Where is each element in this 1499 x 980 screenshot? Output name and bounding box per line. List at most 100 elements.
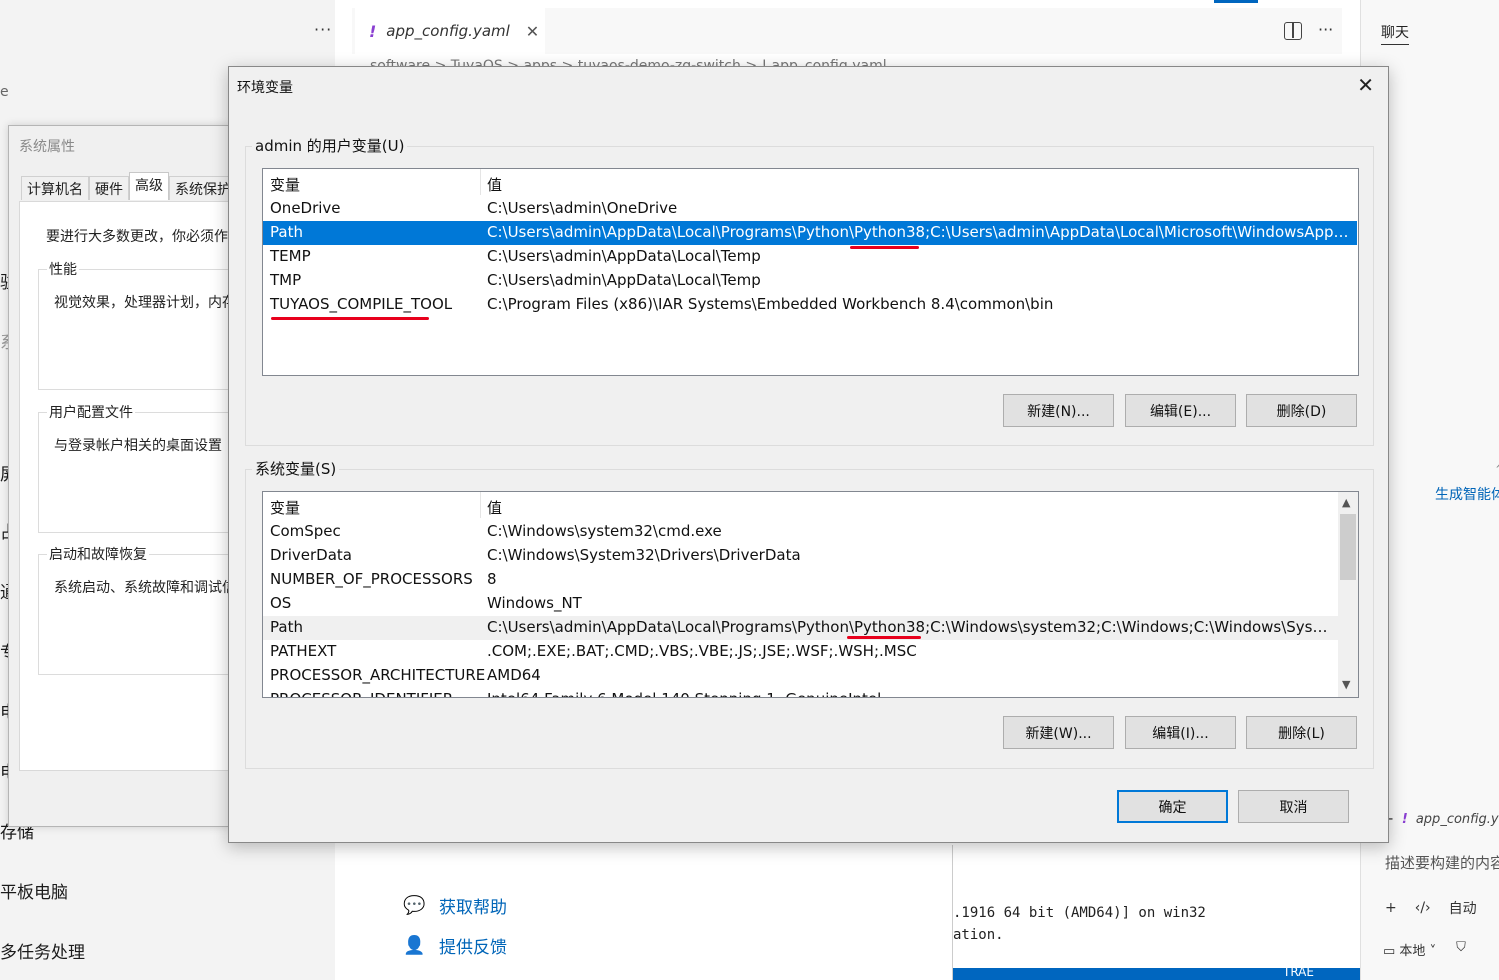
- user-new-button[interactable]: 新建(N)...: [1003, 394, 1114, 427]
- table-row[interactable]: PATHEXT .COM;.EXE;.BAT;.CMD;.VBS;.VBE;.JS…: [263, 640, 1357, 664]
- table-row[interactable]: TUYAOS_COMPILE_TOOL C:\Program Files (x86…: [263, 293, 1357, 317]
- group-desc: 系统启动、系统故障和调试信息: [54, 580, 250, 596]
- variable-value: C:\Users\admin\AppData\Local\Temp: [487, 271, 761, 289]
- variable-value: C:\Users\admin\OneDrive: [487, 199, 678, 217]
- system-properties-window: 系统属性 计算机名 硬件 高级 系统保护 要进行大多数更改，你必须作为管理员登录…: [8, 125, 362, 827]
- user-edit-button[interactable]: 编辑(E)...: [1125, 394, 1236, 427]
- group-label: 用户配置文件: [47, 402, 135, 422]
- user-variables-list[interactable]: 变量 值 OneDrive C:\Users\admin\OneDrive Path…: [262, 168, 1359, 376]
- feedback-label: 提供反馈: [439, 938, 507, 958]
- system-new-button[interactable]: 新建(W)...: [1003, 716, 1114, 749]
- top-accent-bar: [1214, 0, 1258, 3]
- variable-value: C:\Users\admin\AppData\Local\Temp: [487, 247, 761, 265]
- table-row[interactable]: TEMP C:\Users\admin\AppData\Local\Temp: [263, 245, 1357, 269]
- user-variables-group: admin 的用户变量(U) 变量 值 OneDrive C:\Users\adm…: [245, 135, 1374, 446]
- generate-agent-link[interactable]: 生成智能体: [1435, 484, 1499, 504]
- table-row[interactable]: NUMBER_OF_PROCESSORS 8: [263, 568, 1357, 592]
- system-delete-button[interactable]: 删除(L): [1246, 716, 1357, 749]
- nav-item-tablet[interactable]: 平板电脑: [0, 878, 68, 903]
- split-editor-icon[interactable]: [1284, 22, 1302, 40]
- variable-value: Intel64 Family 6 Model 140 Stepping 1, G…: [487, 690, 1332, 697]
- column-separator: [480, 492, 481, 518]
- more-icon[interactable]: ···: [314, 20, 332, 39]
- table-row[interactable]: Path C:\Users\admin\AppData\Local\Program…: [263, 221, 1357, 245]
- scroll-up-icon[interactable]: ▲: [1342, 496, 1350, 509]
- code-icon[interactable]: ‹/›: [1415, 900, 1431, 916]
- variable-name: PATHEXT: [270, 642, 337, 660]
- column-header-variable[interactable]: 变量: [270, 497, 300, 518]
- mode-select[interactable]: 自动: [1449, 898, 1477, 918]
- tab-hardware[interactable]: 硬件: [89, 176, 129, 200]
- group-label: 系统变量(S): [252, 458, 340, 479]
- group-user-profiles: 用户配置文件 与登录帐户相关的桌面设置: [38, 402, 238, 533]
- chat-bottom-bar: ▭ 本地 ˅ ⛉: [1383, 940, 1466, 959]
- annotation-underline: [850, 246, 919, 249]
- tab-computer-name[interactable]: 计算机名: [21, 176, 89, 200]
- table-row[interactable]: PROCESSOR_IDENTIFIER Intel64 Family 6 Mod…: [263, 688, 1357, 697]
- column-header-value[interactable]: 值: [487, 497, 502, 518]
- table-row[interactable]: OneDrive C:\Users\admin\OneDrive: [263, 197, 1357, 221]
- help-panel: 💬 获取帮助 👤 提供反馈: [335, 845, 953, 980]
- more-icon[interactable]: ···: [1318, 20, 1333, 39]
- shield-icon[interactable]: ⛉: [1456, 940, 1466, 959]
- variable-value: C:\Users\admin\AppData\Local\Programs\Py…: [487, 618, 1332, 636]
- chat-toolbar: + ‹/› 自动: [1385, 898, 1477, 918]
- get-help-link[interactable]: 💬 获取帮助: [403, 893, 507, 918]
- close-icon[interactable]: ✕: [1357, 73, 1374, 97]
- system-edit-button[interactable]: 编辑(I)...: [1125, 716, 1236, 749]
- monitor-icon: ▭: [1383, 944, 1400, 959]
- table-row[interactable]: DriverData C:\Windows\System32\Drivers\Dr…: [263, 544, 1357, 568]
- ok-button[interactable]: 确定: [1117, 790, 1228, 823]
- feedback-link[interactable]: 👤 提供反馈: [403, 933, 507, 958]
- terminal-line: ation.: [953, 927, 1004, 943]
- system-variables-list[interactable]: 变量 值 ▲ ▼ ComSpec C:\Windows\system32\cmd.…: [262, 491, 1359, 698]
- column-header-value[interactable]: 值: [487, 174, 502, 195]
- editor-tab-app-config[interactable]: ! app_config.yaml ✕: [355, 8, 545, 54]
- variable-name: DriverData: [270, 546, 352, 564]
- group-label: 启动和故障恢复: [47, 544, 149, 564]
- column-separator: [480, 169, 481, 195]
- table-row[interactable]: OS Windows_NT: [263, 592, 1357, 616]
- variable-name: OS: [270, 594, 292, 612]
- table-row[interactable]: TMP C:\Users\admin\AppData\Local\Temp: [263, 269, 1357, 293]
- variable-name: NUMBER_OF_PROCESSORS: [270, 570, 473, 588]
- user-delete-button[interactable]: 删除(D): [1246, 394, 1357, 427]
- variable-name: Path: [270, 618, 303, 636]
- variable-name: OneDrive: [270, 199, 341, 217]
- annotation-underline: [271, 317, 429, 320]
- variable-value: C:\Users\admin\AppData\Local\Programs\Py…: [487, 223, 1353, 241]
- nav-item-multitasking[interactable]: 多任务处理: [0, 938, 85, 963]
- variable-value: AMD64: [487, 666, 541, 684]
- table-row[interactable]: Path C:\Users\admin\AppData\Local\Program…: [263, 616, 1357, 640]
- add-icon[interactable]: +: [1385, 900, 1397, 916]
- chat-tab[interactable]: 聊天: [1381, 22, 1409, 45]
- variable-name: TEMP: [270, 247, 311, 265]
- variable-value: C:\Windows\system32\cmd.exe: [487, 522, 722, 540]
- clipped-text: e: [0, 84, 9, 100]
- dialog-title: 环境变量: [237, 80, 293, 96]
- variable-name: TMP: [270, 271, 302, 289]
- cancel-button[interactable]: 取消: [1238, 790, 1349, 823]
- attached-file[interactable]: + ! app_config.yaml: [1383, 812, 1499, 827]
- variable-name: PROCESSOR_IDENTIFIER: [270, 690, 453, 697]
- terminal-line: .1916 64 bit (AMD64)] on win32: [953, 905, 1206, 921]
- variable-value: Windows_NT: [487, 594, 582, 612]
- close-icon[interactable]: ✕: [526, 22, 539, 41]
- location-select[interactable]: ▭ 本地 ˅: [1383, 940, 1436, 959]
- environment-variables-dialog: 环境变量 ✕ admin 的用户变量(U) 变量 值 OneDrive C:\Us…: [228, 66, 1389, 843]
- group-label: admin 的用户变量(U): [252, 135, 408, 156]
- table-row[interactable]: PROCESSOR_ARCHITECTURE AMD64: [263, 664, 1357, 688]
- window-title: 系统属性: [19, 139, 75, 155]
- table-row[interactable]: ComSpec C:\Windows\system32\cmd.exe: [263, 520, 1357, 544]
- tab-advanced[interactable]: 高级: [129, 172, 169, 200]
- column-header-variable[interactable]: 变量: [270, 174, 300, 195]
- group-startup-recovery: 启动和故障恢复 系统启动、系统故障和调试信息: [38, 544, 250, 675]
- annotation-underline: [847, 636, 921, 639]
- tab-system-protection[interactable]: 系统保护: [169, 176, 237, 200]
- sysprops-body: 要进行大多数更改，你必须作为管理员登录。 性能 视觉效果，处理器计划，内存使用，…: [19, 201, 362, 771]
- chat-input[interactable]: 描述要构建的内容: [1385, 852, 1499, 873]
- chevron-up-icon[interactable]: ^: [1495, 462, 1499, 476]
- status-item[interactable]: TRAE: [1283, 965, 1314, 979]
- tab-label: app_config.yaml: [386, 22, 510, 40]
- group-performance: 性能 视觉效果，处理器计划，内存使用，以及虚拟内存: [38, 259, 362, 390]
